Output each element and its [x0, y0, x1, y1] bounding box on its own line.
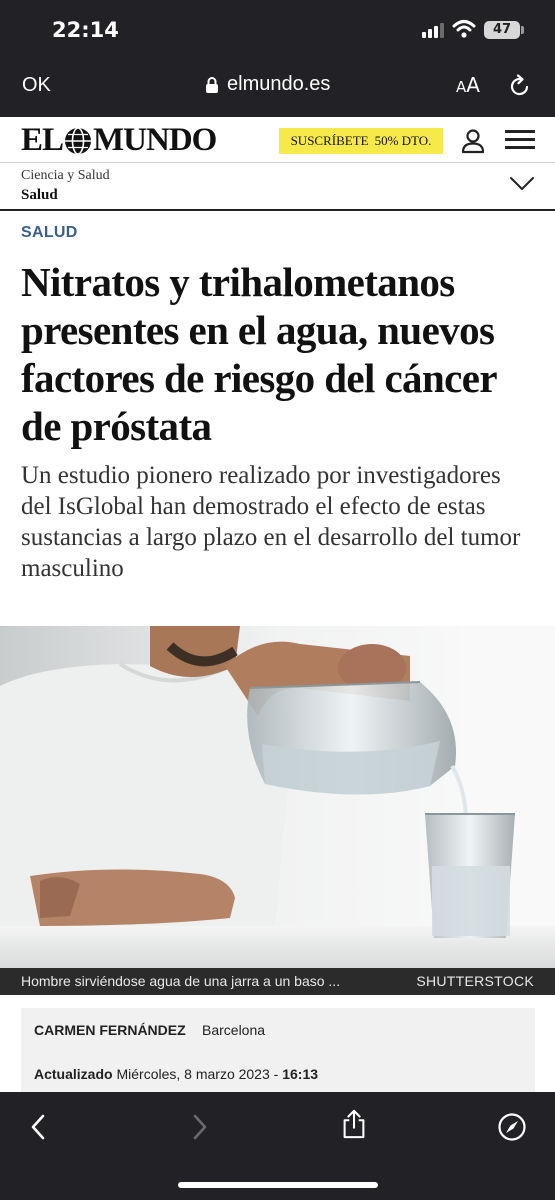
author-name[interactable]: CARMEN FERNÁNDEZ: [34, 1022, 186, 1038]
done-button[interactable]: OK: [22, 74, 51, 97]
browser-top-bar: 22:14 47 OK elmundo.es AA: [0, 0, 555, 117]
back-icon[interactable]: [24, 1112, 54, 1142]
address-bar[interactable]: elmundo.es: [205, 73, 330, 96]
text-size-large-label: A: [466, 73, 480, 97]
home-indicator: [178, 1182, 378, 1188]
reload-icon[interactable]: [508, 74, 532, 98]
cellular-signal-icon: [422, 22, 444, 38]
subscribe-button[interactable]: SUSCRÍBETE 50% DTO.: [279, 128, 443, 154]
byline-box: CARMEN FERNÁNDEZ Barcelona Actualizado M…: [21, 1008, 535, 1092]
logo-text-mundo: MUNDO: [93, 122, 217, 158]
battery-tip: [521, 26, 524, 34]
logo-text-el: EL: [21, 122, 64, 158]
article-photo: [0, 626, 555, 968]
breadcrumb[interactable]: Ciencia y Salud Salud: [0, 163, 555, 211]
photo-man-pouring-water: [0, 626, 555, 968]
wifi-icon: [452, 20, 476, 38]
photo-caption-bar: Hombre sirviéndose agua de una jarra a u…: [0, 968, 555, 995]
text-size-button[interactable]: AA: [456, 73, 480, 97]
hamburger-menu-icon[interactable]: [505, 130, 535, 150]
compass-icon[interactable]: [497, 1112, 527, 1142]
user-account-icon[interactable]: [461, 128, 485, 154]
url-text: elmundo.es: [227, 73, 331, 95]
lock-icon: [206, 76, 218, 93]
updated-date: Miércoles, 8 marzo 2023 -: [116, 1066, 283, 1082]
author-location: Barcelona: [202, 1022, 266, 1038]
site-header: EL MUNDO SUSCRÍBETE 50% DTO.: [0, 117, 555, 163]
el-mundo-logo[interactable]: EL MUNDO: [21, 122, 217, 159]
chevron-down-icon[interactable]: [509, 176, 535, 192]
globe-icon: [65, 126, 92, 155]
article-headline: Nitratos y trihalometanos presentes en e…: [21, 259, 497, 449]
updated-label: Actualizado: [34, 1066, 113, 1082]
updated-timestamp: Actualizado Miércoles, 8 marzo 2023 - 16…: [34, 1066, 318, 1082]
battery-indicator: 47: [484, 21, 520, 39]
status-time: 22:14: [52, 18, 119, 42]
forward-icon[interactable]: [184, 1112, 214, 1142]
breadcrumb-parent[interactable]: Ciencia y Salud: [21, 168, 110, 184]
subscribe-discount: 50% DTO.: [374, 133, 432, 148]
updated-time: 16:13: [282, 1066, 319, 1082]
text-size-small-label: A: [456, 78, 467, 96]
photo-credit: SHUTTERSTOCK: [416, 973, 534, 989]
section-tag[interactable]: SALUD: [21, 224, 78, 242]
article-subheadline: Un estudio pionero realizado por investi…: [21, 462, 521, 582]
subscribe-label: SUSCRÍBETE: [290, 133, 369, 148]
breadcrumb-current[interactable]: Salud: [21, 187, 58, 204]
photo-caption: Hombre sirviéndose agua de una jarra a u…: [21, 973, 341, 989]
share-icon[interactable]: [339, 1109, 369, 1139]
